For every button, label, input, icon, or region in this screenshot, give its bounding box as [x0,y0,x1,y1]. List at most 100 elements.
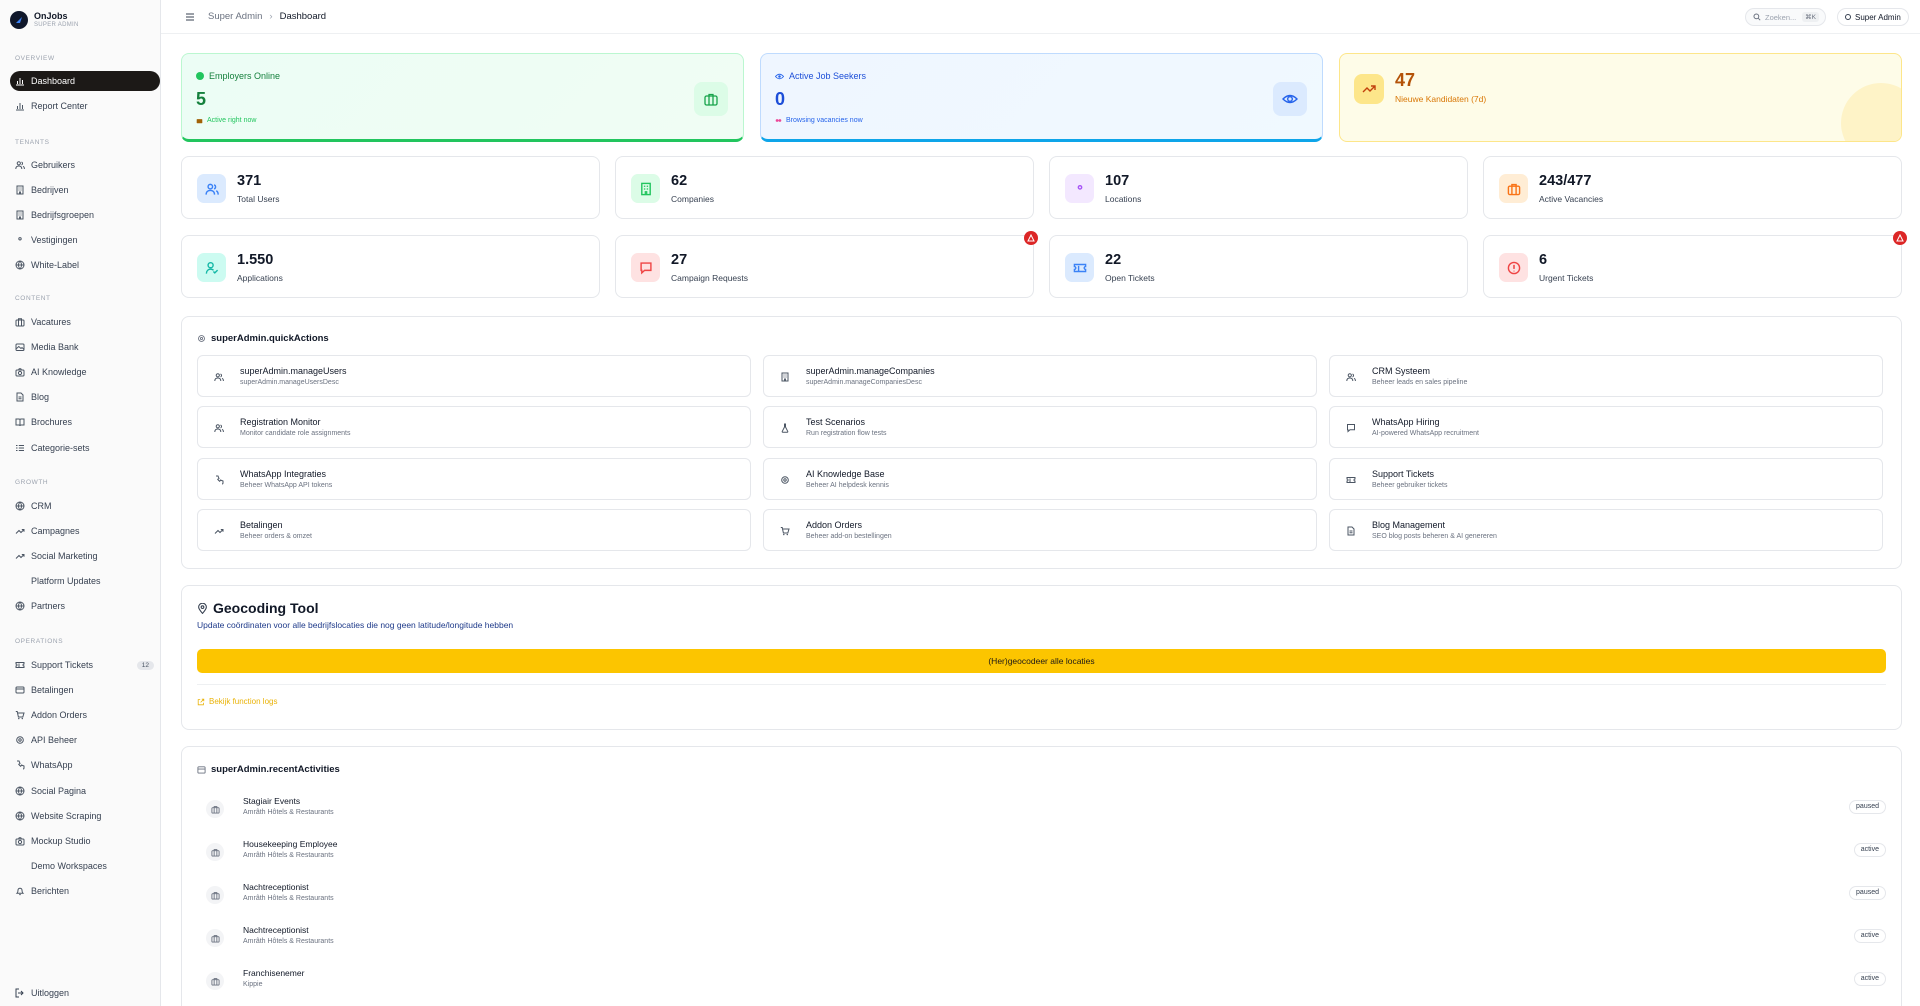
rocket-icon [15,861,25,871]
briefcase-icon [210,891,220,900]
sidebar-item-website-scraping[interactable]: Website Scraping [10,806,160,826]
status-badge: paused [1849,886,1886,900]
quick-action-registration-monitor[interactable]: Registration Monitor Monitor candidate ro… [197,406,751,449]
sidebar-item-bedrijven[interactable]: Bedrijven [10,180,160,200]
nav-section-overview: OVERVIEW [15,55,55,62]
stat-card-urgent-tickets[interactable]: 6 Urgent Tickets [1483,235,1902,298]
logout-button[interactable]: Uitloggen [10,983,160,1003]
employers-online-label-wrap: Employers Online [196,71,280,81]
sidebar-item-dashboard[interactable]: Dashboard [10,71,160,91]
sidebar-item-label: Media Bank [31,342,79,353]
geocode-all-button[interactable]: (Her)geocodeer alle locaties [197,649,1886,673]
quick-action-test-scenarios[interactable]: Test Scenarios Run registration flow test… [763,406,1317,449]
quick-action-blog-management[interactable]: Blog Management SEO blog posts beheren & … [1329,508,1883,551]
stat-card-applications[interactable]: 1.550 Applications [181,235,600,298]
sidebar-item-mockup-studio[interactable]: Mockup Studio [10,831,160,851]
sidebar-item-betalingen[interactable]: Betalingen [10,680,160,700]
logout-label: Uitloggen [31,988,70,998]
sidebar-item-brochures[interactable]: Brochures [10,412,160,432]
geocoding-title: Geocoding Tool [213,600,319,616]
quick-action-title: Registration Monitor [240,417,321,428]
calendar-icon [197,766,206,774]
stat-card-campaign-requests[interactable]: 27 Campaign Requests [615,235,1034,298]
activity-row[interactable]: Stagiair Events Amrâth Hôtels & Restauran… [197,790,1886,828]
sidebar-item-blog[interactable]: Blog [10,387,160,407]
quick-action-description: Beheer orders & omzet [240,532,312,540]
stat-card-locations[interactable]: 107 Locations [1049,156,1468,219]
map-pin-icon [18,237,22,241]
quick-action-title: WhatsApp Hiring [1372,417,1440,428]
decorative-circle [1841,83,1901,141]
sidebar-item-report-center[interactable]: Report Center [10,96,160,116]
sidebar: OnJobs SUPER ADMIN OVERVIEW Dashboard Repo… [0,0,161,1006]
menu-icon[interactable] [185,12,195,22]
brand-name: OnJobs [34,11,68,21]
quick-action-title: Blog Management [1372,519,1446,530]
stat-card-total-users[interactable]: 371 Total Users [181,156,600,219]
sidebar-item-campagnes[interactable]: Campagnes [10,521,160,541]
quick-action-title: Test Scenarios [806,417,866,428]
sidebar-item-addon-orders[interactable]: Addon Orders [10,705,160,725]
quick-action-crm-systeem[interactable]: CRM Systeem Beheer leads en sales pipelin… [1329,355,1883,397]
sidebar-item-social-pagina[interactable]: Social Pagina [10,781,160,801]
sidebar-item-crm[interactable]: CRM [10,496,160,516]
search-placeholder: Zoeken... [1765,12,1797,22]
activity-company: Kippie [243,981,263,988]
activity-row[interactable]: Nachtreceptionist Amrâth Hôtels & Restaur… [197,876,1886,914]
sidebar-item-label: White-Label [31,260,80,271]
sidebar-item-label: Vestigingen [31,235,78,246]
brand[interactable]: OnJobs SUPER ADMIN [10,11,79,29]
stat-label: Urgent Tickets [1539,273,1594,283]
sidebar-item-white-label[interactable]: White-Label [10,255,160,275]
sidebar-item-media-bank[interactable]: Media Bank [10,337,160,357]
sidebar-item-whatsapp[interactable]: WhatsApp [10,755,160,775]
sidebar-item-vacatures[interactable]: Vacatures [10,312,160,332]
sidebar-item-ai-knowledge[interactable]: AI Knowledge [10,362,160,382]
sidebar-item-support-tickets[interactable]: Support Tickets 12 [10,655,160,675]
stat-card-open-tickets[interactable]: 22 Open Tickets [1049,235,1468,298]
activity-row[interactable]: Franchisenemer Kippie active [197,962,1886,1000]
quick-action-superadmin-managecompanies[interactable]: superAdmin.manageCompanies superAdmin.man… [763,355,1317,397]
sidebar-item-categorie-sets[interactable]: Categorie-sets [10,438,160,458]
sidebar-item-gebruikers[interactable]: Gebruikers [10,155,160,175]
quick-action-superadmin-manageusers[interactable]: superAdmin.manageUsers superAdmin.manageU… [197,355,751,397]
search-input[interactable]: Zoeken... ⌘K [1745,8,1826,26]
sidebar-item-platform-updates[interactable]: Platform Updates [10,571,160,591]
sidebar-item-api-beheer[interactable]: API Beheer [10,730,160,750]
message-icon [639,261,652,274]
quick-action-whatsapp-hiring[interactable]: WhatsApp Hiring AI-powered WhatsApp recru… [1329,406,1883,449]
quick-action-addon-orders[interactable]: Addon Orders Beheer add-on bestellingen [763,508,1317,551]
sidebar-item-badge: 12 [136,660,154,670]
quick-action-ai-knowledge-base[interactable]: AI Knowledge Base Beheer AI helpdesk kenn… [763,457,1317,500]
book-icon [15,418,25,427]
sidebar-item-bedrijfsgroepen[interactable]: Bedrijfsgroepen [10,205,160,225]
activity-title: Stagiair Events [243,796,301,806]
user-menu-button[interactable]: Super Admin [1837,8,1909,26]
sidebar-item-vestigingen[interactable]: Vestigingen [10,230,160,250]
sidebar-item-social-marketing[interactable]: Social Marketing [10,546,160,566]
stat-icon-wrap [197,253,226,282]
breadcrumb-root[interactable]: Super Admin [208,11,262,22]
activity-company: Amrâth Hôtels & Restaurants [243,809,334,816]
activity-row[interactable]: Housekeeping Employee Amrâth Hôtels & Res… [197,833,1886,871]
quick-action-whatsapp-integraties[interactable]: WhatsApp Integraties Beheer WhatsApp API … [197,457,751,500]
trending-icon [15,529,25,534]
sidebar-item-partners[interactable]: Partners [10,596,160,616]
quick-action-betalingen[interactable]: Betalingen Beheer orders & omzet [197,508,751,551]
logo-icon [10,11,28,29]
function-logs-link[interactable]: Bekijk function logs [197,697,277,706]
quick-action-support-tickets[interactable]: Support Tickets Beheer gebruiker tickets [1329,457,1883,500]
status-badge: active [1853,929,1886,943]
stat-icon-wrap [197,174,226,203]
globe-icon [15,501,25,511]
stat-card-active-vacancies[interactable]: 243/477 Active Vacancies [1483,156,1902,219]
stat-label: Companies [671,194,714,204]
quick-action-description: Beheer gebruiker tickets [1372,481,1448,489]
stat-card-companies[interactable]: 62 Companies [615,156,1034,219]
activity-row[interactable]: Nachtreceptionist Amrâth Hôtels & Restaur… [197,919,1886,957]
bell-icon [15,887,25,895]
stat-icon-wrap [631,174,660,203]
map-pin-icon [1077,184,1082,190]
sidebar-item-demo-workspaces[interactable]: Demo Workspaces [10,856,160,876]
sidebar-item-berichten[interactable]: Berichten [10,881,160,901]
